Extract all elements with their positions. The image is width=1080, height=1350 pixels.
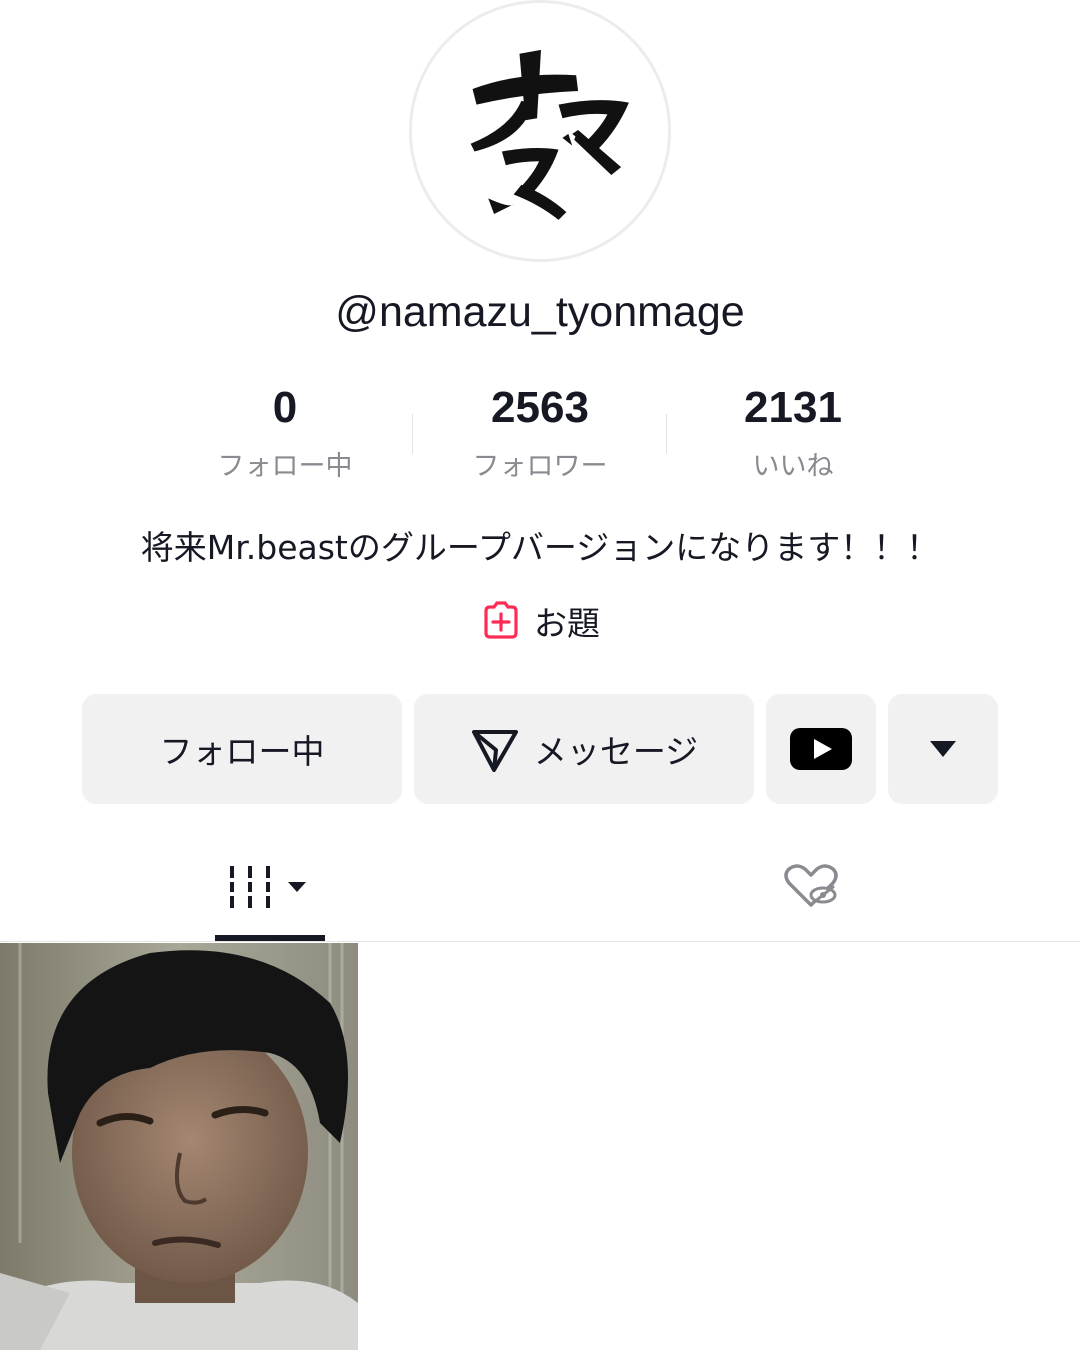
message-button-label: メッセージ [533,732,699,771]
topic-link[interactable]: お題 [0,598,1080,644]
avatar[interactable] [409,0,671,262]
youtube-button[interactable] [766,694,876,804]
profile-page: @namazu_tyonmage 0 フォロー中 2563 フォロワー 2131… [0,0,1080,1350]
profile-tabs [0,830,1080,942]
stat-following-label: フォロー中 [217,451,353,482]
add-topic-icon [484,601,518,639]
stat-followers-count: 2563 [491,383,589,432]
stat-followers[interactable]: 2563 フォロワー [440,380,640,484]
stat-divider [412,414,413,454]
stat-followers-label: フォロワー [472,451,608,482]
youtube-icon [790,728,852,770]
stat-divider [666,414,667,454]
following-button-label: フォロー中 [159,732,325,771]
tab-liked[interactable] [756,830,866,942]
stat-following-count: 0 [272,383,298,432]
send-icon [471,730,518,772]
profile-stats: 0 フォロー中 2563 フォロワー 2131 いいね [0,380,1080,490]
hidden-heart-icon [784,864,838,907]
video-thumbnail[interactable] [0,943,358,1350]
following-button[interactable]: フォロー中 [82,694,402,804]
tab-videos[interactable] [215,830,325,942]
message-button[interactable]: メッセージ [414,694,754,804]
stat-likes[interactable]: 2131 いいね [693,380,893,484]
avatar-logo [412,3,668,259]
video-thumbnail-image [0,943,358,1350]
grid-icon [230,866,306,908]
stat-following[interactable]: 0 フォロー中 [185,380,385,484]
active-tab-indicator [215,935,325,941]
bio: 将来Mr.beastのグループバージョンになります！！！ [140,528,940,567]
topic-label: お題 [534,604,600,643]
dropdown-triangle-icon [930,741,956,757]
stat-likes-count: 2131 [744,383,842,432]
stat-likes-label: いいね [752,451,834,482]
more-options-button[interactable] [888,694,998,804]
username: @namazu_tyonmage [335,288,745,336]
